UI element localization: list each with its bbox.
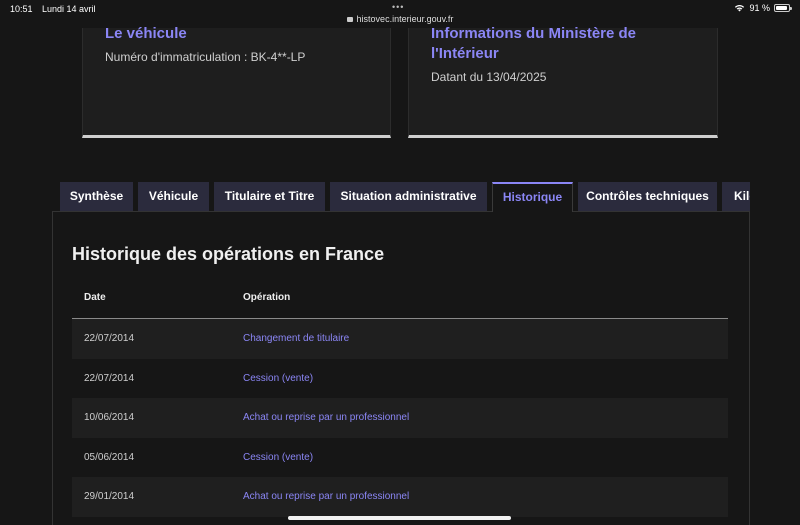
row-operation-link[interactable]: Achat ou reprise par un professionnel (243, 491, 409, 502)
table-row: 29/01/2014 Achat ou reprise par un profe… (72, 477, 728, 517)
more-dots-icon[interactable]: ••• (392, 2, 404, 12)
ministry-card-title-line2[interactable]: l'Intérieur (431, 44, 499, 64)
battery-percent: 91 % (749, 3, 770, 13)
history-table: Date Opération 22/07/2014 Changement de … (72, 280, 728, 517)
history-title: Historique des opérations en France (72, 244, 385, 264)
tab-titulaire-titre[interactable]: Titulaire et Titre (214, 182, 325, 211)
tab-kilometrage[interactable]: Kilo (722, 182, 750, 211)
row-date: 22/07/2014 (84, 372, 135, 384)
battery-icon (774, 4, 792, 12)
tab-bar: Synthèse Véhicule Titulaire et Titre Sit… (60, 182, 750, 212)
table-row: 05/06/2014 Cession (vente) (72, 438, 728, 478)
tab-synthese[interactable]: Synthèse (60, 182, 133, 211)
tab-controles-techniques[interactable]: Contrôles techniques (578, 182, 717, 211)
column-date: Date (84, 292, 106, 303)
row-operation-link[interactable]: Cession (vente) (243, 373, 313, 384)
ministry-card: Informations du Ministère de l'Intérieur… (408, 25, 718, 138)
tab-vehicule[interactable]: Véhicule (138, 182, 209, 211)
url-text: histovec.interieur.gouv.fr (356, 14, 454, 24)
lock-icon (346, 17, 353, 22)
home-indicator[interactable] (288, 516, 511, 520)
tab-situation-administrative[interactable]: Situation administrative (330, 182, 487, 211)
row-date: 29/01/2014 (84, 491, 135, 502)
status-date: Lundi 14 avril (42, 4, 96, 14)
row-date: 22/07/2014 (84, 333, 135, 344)
ministry-card-date: Datant du 13/04/2025 (431, 70, 547, 84)
table-row: 10/06/2014 Achat ou reprise par un profe… (72, 398, 728, 438)
table-header: Date Opération (72, 280, 728, 319)
table-row: 22/07/2014 Cession (vente) (72, 359, 728, 399)
status-time: 10:51 (10, 4, 33, 14)
wifi-icon (735, 4, 745, 12)
vehicle-card-title[interactable]: Le véhicule (105, 24, 187, 44)
row-date: 05/06/2014 (84, 451, 135, 463)
ministry-card-title-line1[interactable]: Informations du Ministère de (431, 24, 636, 44)
row-operation-link[interactable]: Cession (vente) (243, 452, 313, 463)
tab-historique[interactable]: Historique (492, 182, 573, 212)
row-operation-link[interactable]: Achat ou reprise par un professionnel (243, 412, 409, 423)
status-right: 91 % (734, 3, 792, 13)
table-row: 22/07/2014 Changement de titulaire (72, 319, 728, 359)
row-operation-link[interactable]: Changement de titulaire (243, 333, 349, 344)
row-date: 10/06/2014 (84, 412, 135, 423)
vehicle-card: Le véhicule Numéro d'immatriculation : B… (82, 25, 391, 138)
column-operation: Opération (243, 292, 291, 303)
registration-number: Numéro d'immatriculation : BK-4**-LP (105, 50, 306, 64)
url-bar[interactable]: histovec.interieur.gouv.fr (0, 14, 800, 24)
